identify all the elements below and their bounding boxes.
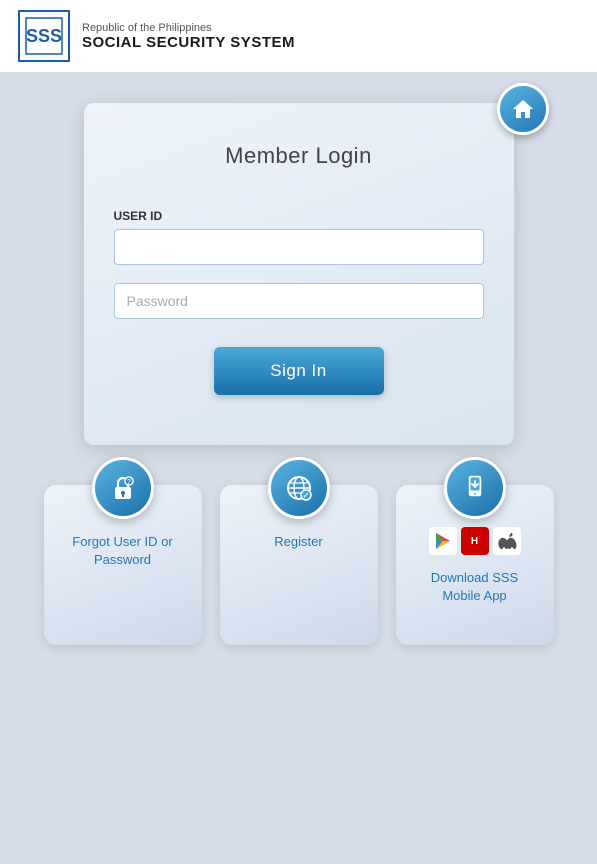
download-app-label: Download SSSMobile App — [421, 569, 528, 605]
header-text: Republic of the Philippines SOCIAL SECUR… — [82, 22, 295, 51]
bottom-cards-area: ? Forgot User ID orPassword ✓ Register — [0, 475, 597, 675]
globe-icon-circle: ✓ — [268, 457, 330, 519]
huawei-icon: H — [461, 527, 489, 555]
register-card[interactable]: ✓ Register — [220, 485, 378, 645]
apple-store-icon — [493, 527, 521, 555]
svg-text:?: ? — [126, 479, 130, 486]
site-header: SSS Republic of the Philippines SOCIAL S… — [0, 0, 597, 73]
forgot-card[interactable]: ? Forgot User ID orPassword — [44, 485, 202, 645]
header-title: SOCIAL SECURITY SYSTEM — [82, 34, 295, 51]
register-label: Register — [264, 533, 332, 551]
svg-text:SSS: SSS — [26, 26, 62, 46]
signin-button[interactable]: Sign In — [214, 347, 384, 395]
sss-logo: SSS — [18, 10, 70, 62]
download-app-card[interactable]: H Download SSSMobile App — [396, 485, 554, 645]
main-area: Member Login USER ID Sign In — [0, 73, 597, 475]
password-input[interactable] — [114, 283, 484, 319]
forgot-label: Forgot User ID orPassword — [62, 533, 182, 569]
userid-label: USER ID — [114, 209, 484, 223]
password-group — [114, 283, 484, 319]
userid-input[interactable] — [114, 229, 484, 265]
svg-text:✓: ✓ — [302, 491, 309, 500]
mobile-icon-circle — [444, 457, 506, 519]
login-title: Member Login — [114, 143, 484, 169]
header-subtitle: Republic of the Philippines — [82, 22, 295, 34]
userid-group: USER ID — [114, 209, 484, 265]
login-card: Member Login USER ID Sign In — [84, 103, 514, 445]
home-button[interactable] — [497, 83, 549, 135]
google-play-icon — [429, 527, 457, 555]
lock-icon-circle: ? — [92, 457, 154, 519]
app-store-icons: H — [429, 527, 521, 555]
